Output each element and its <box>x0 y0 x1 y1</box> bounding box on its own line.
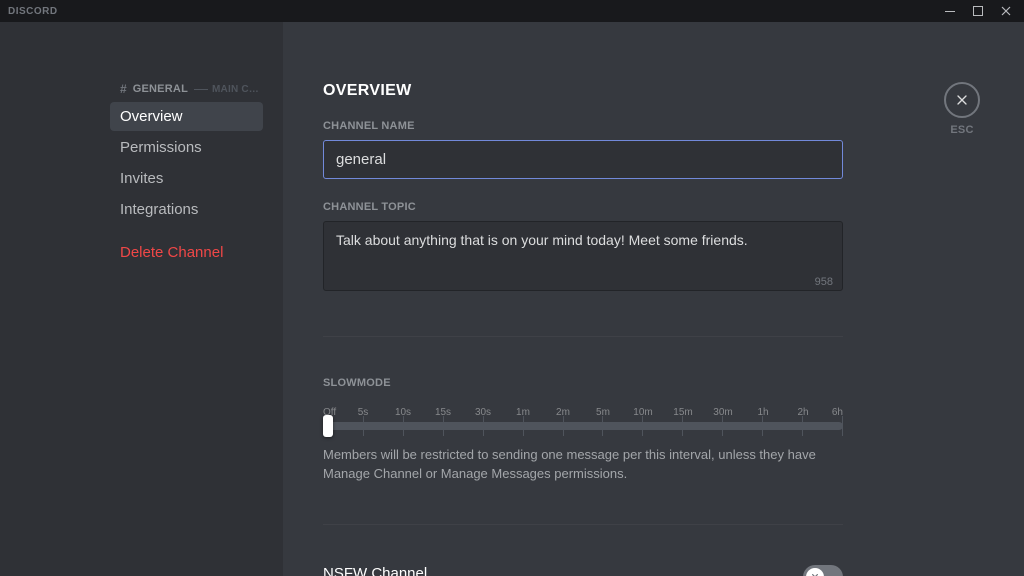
page-title: OVERVIEW <box>323 82 843 100</box>
channel-topic-label: CHANNEL TOPIC <box>323 201 843 213</box>
slowmode-tick <box>842 416 843 436</box>
slowmode-tick <box>762 416 763 436</box>
close-label: ESC <box>944 124 980 136</box>
slowmode-tick <box>443 416 444 436</box>
slowmode-tick <box>802 416 803 436</box>
slowmode-tick <box>483 416 484 436</box>
channel-topic-chars-left: 958 <box>815 276 833 288</box>
slowmode-slider-thumb[interactable] <box>323 415 333 437</box>
sidebar-item-permissions[interactable]: Permissions <box>110 133 263 162</box>
slowmode-tick <box>602 416 603 436</box>
nsfw-title: NSFW Channel <box>323 565 763 576</box>
window-close-button[interactable] <box>992 0 1020 22</box>
app-brand: DISCORD <box>8 6 58 17</box>
slowmode-tick <box>523 416 524 436</box>
breadcrumb: # GENERAL MAIN CHAN... <box>120 82 263 96</box>
sidebar-item-invites[interactable]: Invites <box>110 164 263 193</box>
window-minimize-button[interactable] <box>936 0 964 22</box>
breadcrumb-category: MAIN CHAN... <box>194 84 263 95</box>
channel-name-label: CHANNEL NAME <box>323 120 843 132</box>
nsfw-toggle[interactable] <box>803 565 843 576</box>
section-divider <box>323 336 843 337</box>
x-icon <box>809 571 821 576</box>
slowmode-tick <box>682 416 683 436</box>
slowmode-slider[interactable] <box>323 422 843 430</box>
slowmode-tick <box>363 416 364 436</box>
slowmode-hint: Members will be restricted to sending on… <box>323 446 843 484</box>
channel-topic-input[interactable] <box>323 221 843 291</box>
sidebar-item-overview[interactable]: Overview <box>110 102 263 131</box>
sidebar-item-delete-channel[interactable]: Delete Channel <box>110 238 263 267</box>
close-icon <box>954 92 970 108</box>
close-button[interactable] <box>944 82 980 118</box>
slowmode-label: SLOWMODE <box>323 377 843 389</box>
breadcrumb-channel: GENERAL <box>133 83 188 95</box>
slowmode-tick <box>563 416 564 436</box>
slowmode-tick <box>642 416 643 436</box>
slowmode-tick <box>722 416 723 436</box>
slowmode-tick-label: 6h <box>823 407 843 418</box>
window-maximize-button[interactable] <box>964 0 992 22</box>
hash-icon: # <box>120 82 127 96</box>
channel-name-input[interactable] <box>323 140 843 179</box>
section-divider <box>323 524 843 525</box>
slowmode-tick <box>403 416 404 436</box>
sidebar-item-integrations[interactable]: Integrations <box>110 195 263 224</box>
